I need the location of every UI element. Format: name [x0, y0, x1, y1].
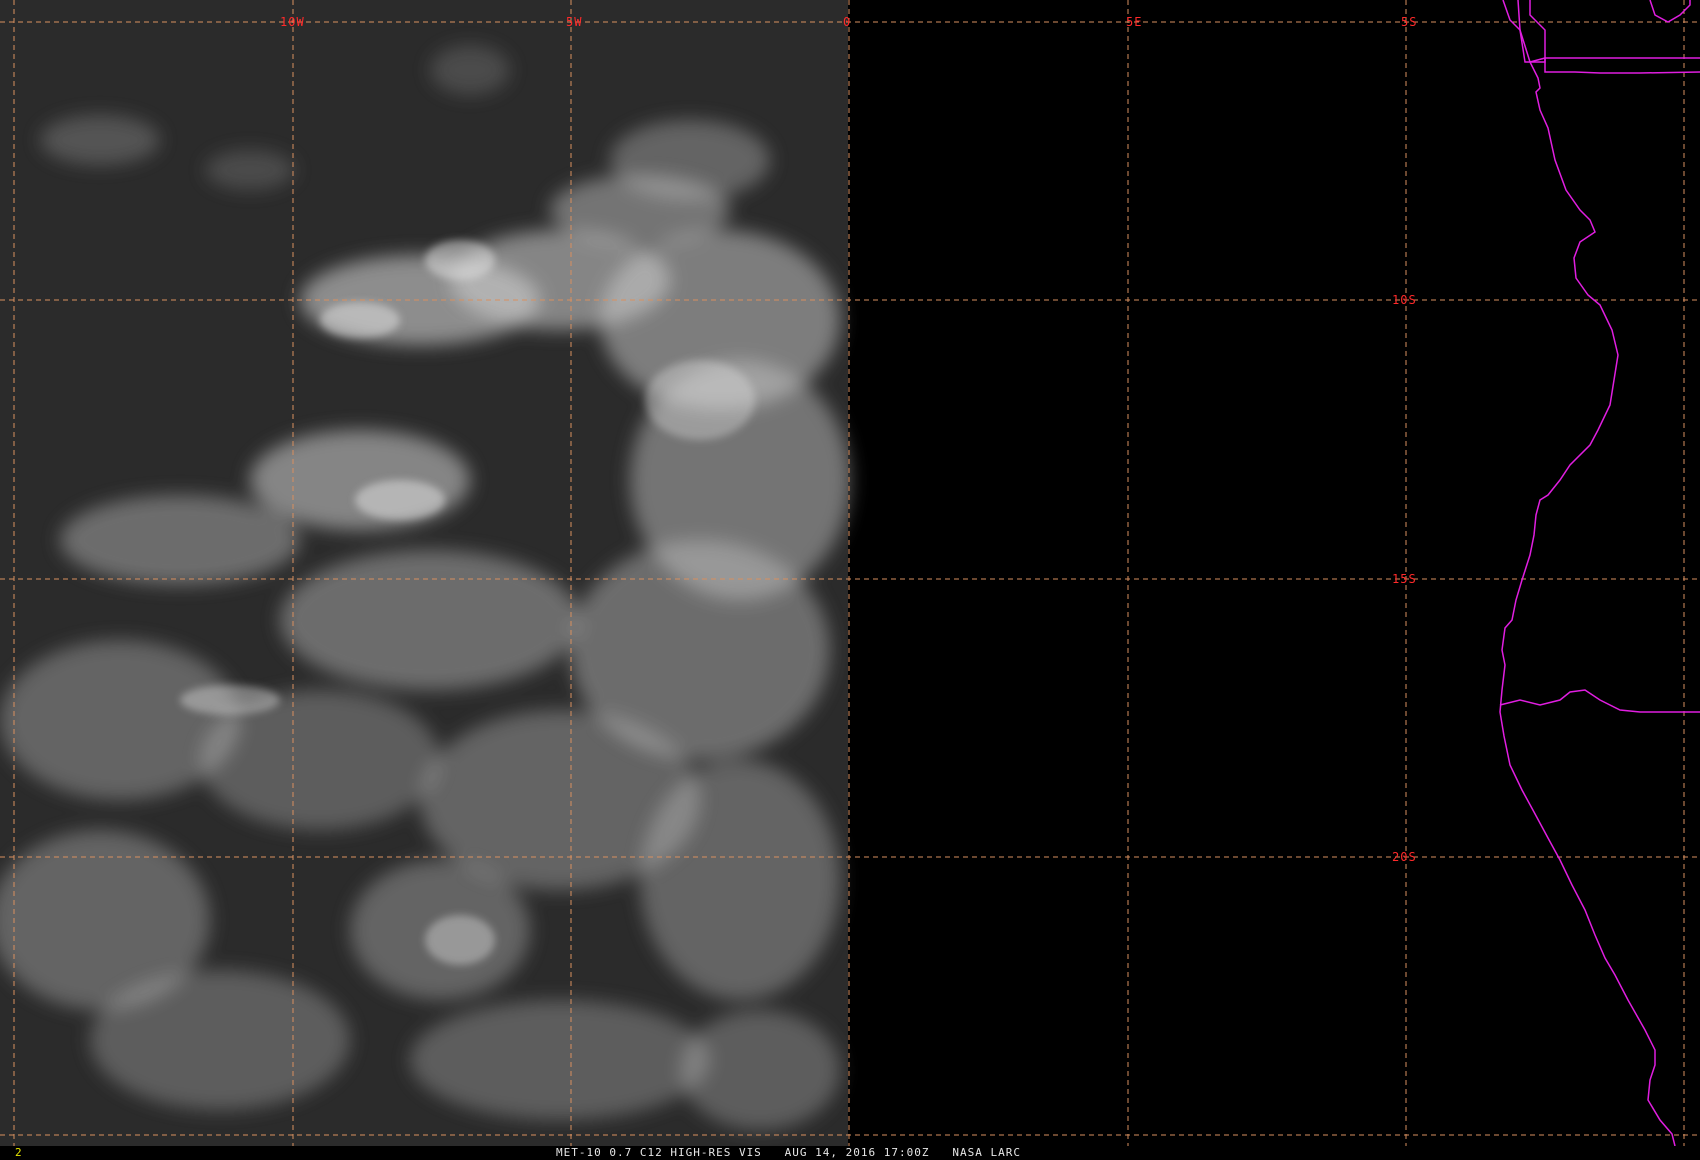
- lat-label-15s: 15S: [1392, 572, 1417, 586]
- frame-number: 2: [15, 1146, 23, 1159]
- lat-label-5s: 5S: [1401, 15, 1417, 29]
- lon-label-5w: 5W: [566, 15, 582, 29]
- lat-label-20s: 20S: [1392, 850, 1417, 864]
- satellite-map: 10W 5W 0 5E 5S 10S 15S 20S: [0, 0, 1700, 1160]
- lon-label-5e: 5E: [1126, 15, 1142, 29]
- satellite-imagery: [0, 0, 850, 1146]
- lon-label-0: 0: [843, 15, 851, 29]
- image-caption: MET-10 0.7 C12 HIGH-RES VIS AUG 14, 2016…: [556, 1146, 1021, 1159]
- lon-label-10w: 10W: [280, 15, 305, 29]
- lat-label-10s: 10S: [1392, 293, 1417, 307]
